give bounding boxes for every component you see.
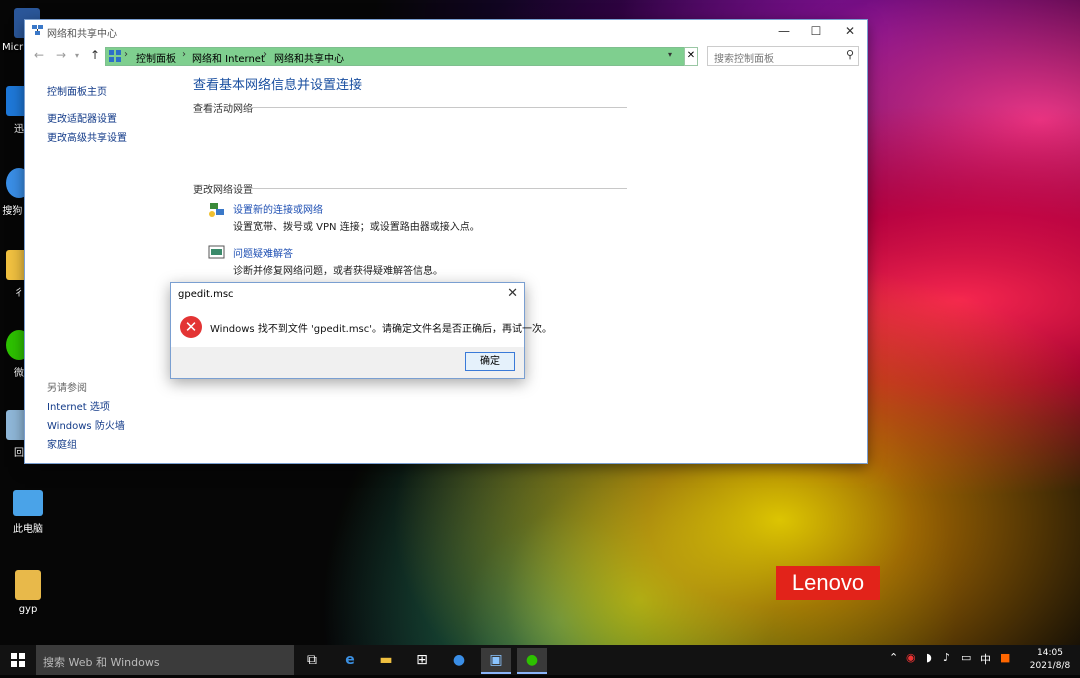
breadcrumb-network-sharing-center[interactable]: 网络和共享中心 bbox=[274, 50, 344, 65]
active-networks-heading: 查看活动网络 bbox=[193, 104, 253, 115]
desktop-icon-user-folder[interactable]: gyp bbox=[3, 570, 53, 615]
taskbar-search-placeholder: 搜索 Web 和 Windows bbox=[43, 656, 160, 669]
breadcrumb-control-panel[interactable]: 控制面板 bbox=[136, 50, 176, 65]
ok-button[interactable]: 确定 bbox=[465, 352, 515, 371]
network-icon bbox=[32, 25, 43, 35]
search-icon[interactable]: ⚲ bbox=[846, 48, 854, 61]
desktop-icon-this-pc[interactable]: 此电脑 bbox=[3, 490, 53, 535]
clock-date: 2021/8/8 bbox=[1029, 661, 1071, 671]
change-settings-heading: 更改网络设置 bbox=[193, 185, 253, 196]
nav-control-panel-home[interactable]: 控制面板主页 bbox=[47, 83, 107, 98]
windows-logo-icon bbox=[11, 653, 25, 667]
dialog-title: gpedit.msc bbox=[178, 289, 234, 300]
store-icon[interactable]: ⊞ bbox=[407, 648, 437, 672]
lenovo-logo: Lenovo bbox=[776, 566, 880, 600]
breadcrumb-separator-icon: › bbox=[263, 49, 267, 60]
sogou-browser-icon[interactable]: ● bbox=[444, 648, 474, 672]
troubleshoot-icon bbox=[208, 245, 225, 259]
address-bar[interactable]: › 控制面板 › 网络和 Internet › 网络和共享中心 ▾ bbox=[105, 47, 698, 66]
show-hidden-icons-icon[interactable]: ⌃ bbox=[889, 651, 898, 664]
sogou-ime-icon[interactable]: ■ bbox=[1000, 651, 1010, 664]
recent-chevron-icon[interactable]: ▾ bbox=[75, 51, 79, 60]
up-arrow-icon[interactable]: ↑ bbox=[90, 48, 100, 62]
network-control-panel-icon[interactable]: ▣ bbox=[481, 648, 511, 674]
wechat-taskbar-icon[interactable]: ● bbox=[517, 648, 547, 674]
start-button[interactable] bbox=[0, 645, 36, 675]
network-sharing-window: 网络和共享中心 — ☐ ✕ ← → ▾ ↑ › 控制面板 › 网络和 Inter… bbox=[25, 20, 867, 463]
address-clear-icon[interactable]: ✕ bbox=[684, 47, 698, 66]
new-connection-icon bbox=[209, 203, 224, 217]
wifi-icon[interactable]: ◗ bbox=[926, 651, 932, 664]
section-divider bbox=[245, 188, 627, 189]
maximize-button[interactable]: ☐ bbox=[799, 20, 833, 42]
search-box[interactable]: 搜索控制面板 ⚲ bbox=[707, 46, 859, 66]
taskbar-search[interactable]: 搜索 Web 和 Windows bbox=[36, 645, 294, 675]
taskbar: 搜索 Web 和 Windows ⧉ e ▬ ⊞ ● ▣ ● ⌃ ◉ ◗ ♪ ▭… bbox=[0, 645, 1080, 675]
title-bar[interactable]: 网络和共享中心 — ☐ ✕ bbox=[25, 20, 867, 42]
troubleshoot-desc: 诊断并修复网络问题，或者获得疑难解答信息。 bbox=[233, 266, 443, 277]
back-arrow-icon[interactable]: ← bbox=[34, 48, 44, 62]
antivirus-icon[interactable]: ◉ bbox=[906, 651, 916, 664]
action-center-icon[interactable]: ▭ bbox=[961, 651, 971, 664]
volume-icon[interactable]: ♪ bbox=[943, 651, 950, 664]
address-row: ← → ▾ ↑ › 控制面板 › 网络和 Internet › 网络和共享中心 … bbox=[25, 45, 867, 67]
nav-homegroup[interactable]: 家庭组 bbox=[47, 436, 77, 451]
task-view-icon[interactable]: ⧉ bbox=[297, 648, 327, 672]
setup-new-connection-link[interactable]: 设置新的连接或网络 bbox=[233, 201, 323, 216]
dialog-message: Windows 找不到文件 'gpedit.msc'。请确定文件名是否正确后，再… bbox=[210, 324, 553, 335]
breadcrumb-separator-icon: › bbox=[182, 49, 186, 60]
input-language[interactable]: 中 bbox=[980, 651, 991, 667]
page-title: 查看基本网络信息并设置连接 bbox=[193, 78, 363, 93]
setup-new-connection-desc: 设置宽带、拨号或 VPN 连接；或设置路由器或接入点。 bbox=[233, 222, 480, 233]
clock-time: 14:05 bbox=[1037, 648, 1063, 658]
computer-icon bbox=[13, 490, 43, 516]
clock[interactable]: 14:05 2021/8/8 bbox=[1025, 647, 1075, 673]
nav-change-adapter-settings[interactable]: 更改适配器设置 bbox=[47, 110, 117, 125]
breadcrumb-network-internet[interactable]: 网络和 Internet bbox=[192, 50, 265, 65]
minimize-button[interactable]: — bbox=[767, 20, 801, 42]
file-explorer-icon[interactable]: ▬ bbox=[371, 648, 401, 672]
error-icon: ✕ bbox=[180, 316, 202, 338]
forward-arrow-icon[interactable]: → bbox=[56, 48, 66, 62]
nav-change-advanced-sharing[interactable]: 更改高级共享设置 bbox=[47, 129, 127, 144]
user-folder-icon bbox=[15, 570, 41, 600]
nav-internet-options[interactable]: Internet 选项 bbox=[47, 398, 110, 413]
window-title: 网络和共享中心 bbox=[47, 29, 117, 40]
troubleshoot-link[interactable]: 问题疑难解答 bbox=[233, 245, 293, 260]
see-also-heading: 另请参阅 bbox=[47, 383, 87, 394]
breadcrumb-separator-icon: › bbox=[124, 49, 128, 60]
control-panel-icon bbox=[109, 50, 121, 62]
search-placeholder: 搜索控制面板 bbox=[714, 54, 774, 65]
nav-windows-firewall[interactable]: Windows 防火墙 bbox=[47, 417, 125, 432]
error-dialog: gpedit.msc ✕ ✕ Windows 找不到文件 'gpedit.msc… bbox=[170, 282, 552, 379]
close-button[interactable]: ✕ bbox=[833, 20, 867, 42]
dialog-close-icon[interactable]: ✕ bbox=[507, 286, 518, 301]
address-dropdown-icon[interactable]: ▾ bbox=[668, 50, 672, 59]
section-divider bbox=[245, 107, 627, 108]
edge-icon[interactable]: e bbox=[335, 648, 365, 672]
